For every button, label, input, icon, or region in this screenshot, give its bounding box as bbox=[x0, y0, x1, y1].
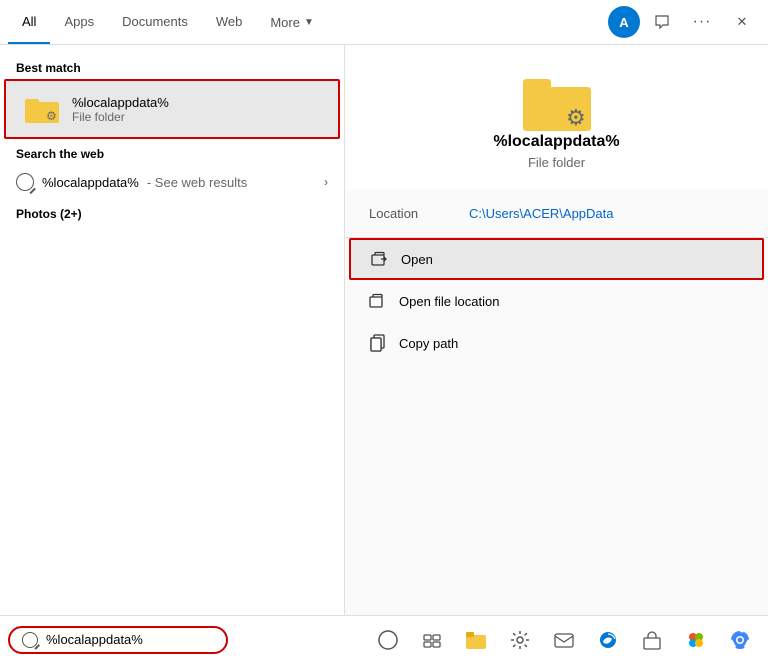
detail-info: Location C:\Users\ACER\AppData bbox=[345, 190, 768, 238]
edge-button[interactable] bbox=[588, 620, 628, 660]
multitasking-icon bbox=[422, 630, 442, 650]
photos-label: Photos (2+) bbox=[0, 199, 344, 225]
photos-icon bbox=[686, 630, 706, 650]
edge-icon bbox=[598, 630, 618, 650]
avatar-button[interactable]: A bbox=[608, 6, 640, 38]
action-copy-path-label: Copy path bbox=[399, 336, 458, 351]
action-list: Open Open file location bbox=[345, 238, 768, 364]
search-circle-icon bbox=[16, 173, 34, 191]
action-copy-path[interactable]: Copy path bbox=[345, 322, 768, 364]
tab-documents[interactable]: Documents bbox=[108, 0, 202, 44]
task-view-button[interactable] bbox=[368, 620, 408, 660]
best-match-subtitle: File folder bbox=[72, 110, 169, 124]
multitasking-button[interactable] bbox=[412, 620, 452, 660]
taskbar-search-input[interactable] bbox=[46, 632, 206, 647]
left-panel: Best match ⚙ %localappdata% File folder … bbox=[0, 45, 345, 615]
detail-subtitle: File folder bbox=[528, 155, 585, 170]
tab-more[interactable]: More ▼ bbox=[256, 0, 328, 44]
ellipsis-icon: ··· bbox=[693, 13, 712, 31]
photos-button[interactable] bbox=[676, 620, 716, 660]
taskbar-app-buttons bbox=[368, 620, 760, 660]
best-match-text: %localappdata% File folder bbox=[72, 95, 169, 124]
store-button[interactable] bbox=[632, 620, 672, 660]
taskbar-search-box[interactable] bbox=[8, 626, 228, 654]
detail-header: ⚙ %localappdata% File folder bbox=[345, 45, 768, 190]
tab-web[interactable]: Web bbox=[202, 0, 257, 44]
action-open[interactable]: Open bbox=[349, 238, 764, 280]
store-icon bbox=[642, 630, 662, 650]
feedback-icon-button[interactable] bbox=[644, 4, 680, 40]
location-value[interactable]: C:\Users\ACER\AppData bbox=[469, 206, 614, 221]
file-explorer-button[interactable] bbox=[456, 620, 496, 660]
open-icon bbox=[371, 250, 389, 268]
tab-all[interactable]: All bbox=[8, 0, 50, 44]
detail-folder-icon: ⚙ bbox=[522, 75, 592, 133]
web-search-suffix: - See web results bbox=[147, 175, 247, 190]
web-search-label: Search the web bbox=[0, 139, 344, 165]
web-search-left: %localappdata% - See web results bbox=[16, 173, 247, 191]
mail-icon bbox=[554, 630, 574, 650]
svg-text:⚙: ⚙ bbox=[566, 105, 586, 130]
svg-text:⚙: ⚙ bbox=[46, 109, 57, 123]
task-view-icon bbox=[378, 630, 398, 650]
best-match-label: Best match bbox=[0, 53, 344, 79]
action-open-label: Open bbox=[401, 252, 433, 267]
taskbar bbox=[0, 615, 768, 663]
main-content: Best match ⚙ %localappdata% File folder … bbox=[0, 45, 768, 615]
chevron-right-icon: › bbox=[324, 175, 328, 189]
nav-bar: All Apps Documents Web More ▼ A ··· ✕ bbox=[0, 0, 768, 45]
folder-icon: ⚙ bbox=[24, 94, 60, 124]
best-match-item[interactable]: ⚙ %localappdata% File folder bbox=[4, 79, 340, 139]
feedback-icon bbox=[654, 14, 670, 30]
mail-button[interactable] bbox=[544, 620, 584, 660]
settings-button[interactable] bbox=[500, 620, 540, 660]
open-file-location-icon bbox=[369, 292, 387, 310]
location-label: Location bbox=[369, 206, 469, 221]
web-search-query: %localappdata% bbox=[42, 175, 139, 190]
more-options-button[interactable]: ··· bbox=[684, 4, 720, 40]
web-search-item[interactable]: %localappdata% - See web results › bbox=[0, 165, 344, 199]
settings-icon bbox=[510, 630, 530, 650]
folder-icon-wrapper: ⚙ bbox=[22, 89, 62, 129]
right-panel: ⚙ %localappdata% File folder Location C:… bbox=[345, 45, 768, 615]
action-open-file-location-label: Open file location bbox=[399, 294, 499, 309]
taskbar-search-icon bbox=[22, 632, 38, 648]
close-button[interactable]: ✕ bbox=[724, 4, 760, 40]
tab-apps[interactable]: Apps bbox=[50, 0, 108, 44]
action-open-file-location[interactable]: Open file location bbox=[345, 280, 768, 322]
best-match-title: %localappdata% bbox=[72, 95, 169, 110]
nav-right-controls: A ··· ✕ bbox=[608, 0, 760, 44]
close-icon: ✕ bbox=[737, 14, 748, 30]
chrome-button[interactable] bbox=[720, 620, 760, 660]
chrome-icon bbox=[730, 630, 750, 650]
chevron-down-icon: ▼ bbox=[304, 17, 314, 28]
copy-path-icon bbox=[369, 334, 387, 352]
file-explorer-icon bbox=[465, 629, 487, 651]
detail-title: %localappdata% bbox=[493, 133, 619, 151]
